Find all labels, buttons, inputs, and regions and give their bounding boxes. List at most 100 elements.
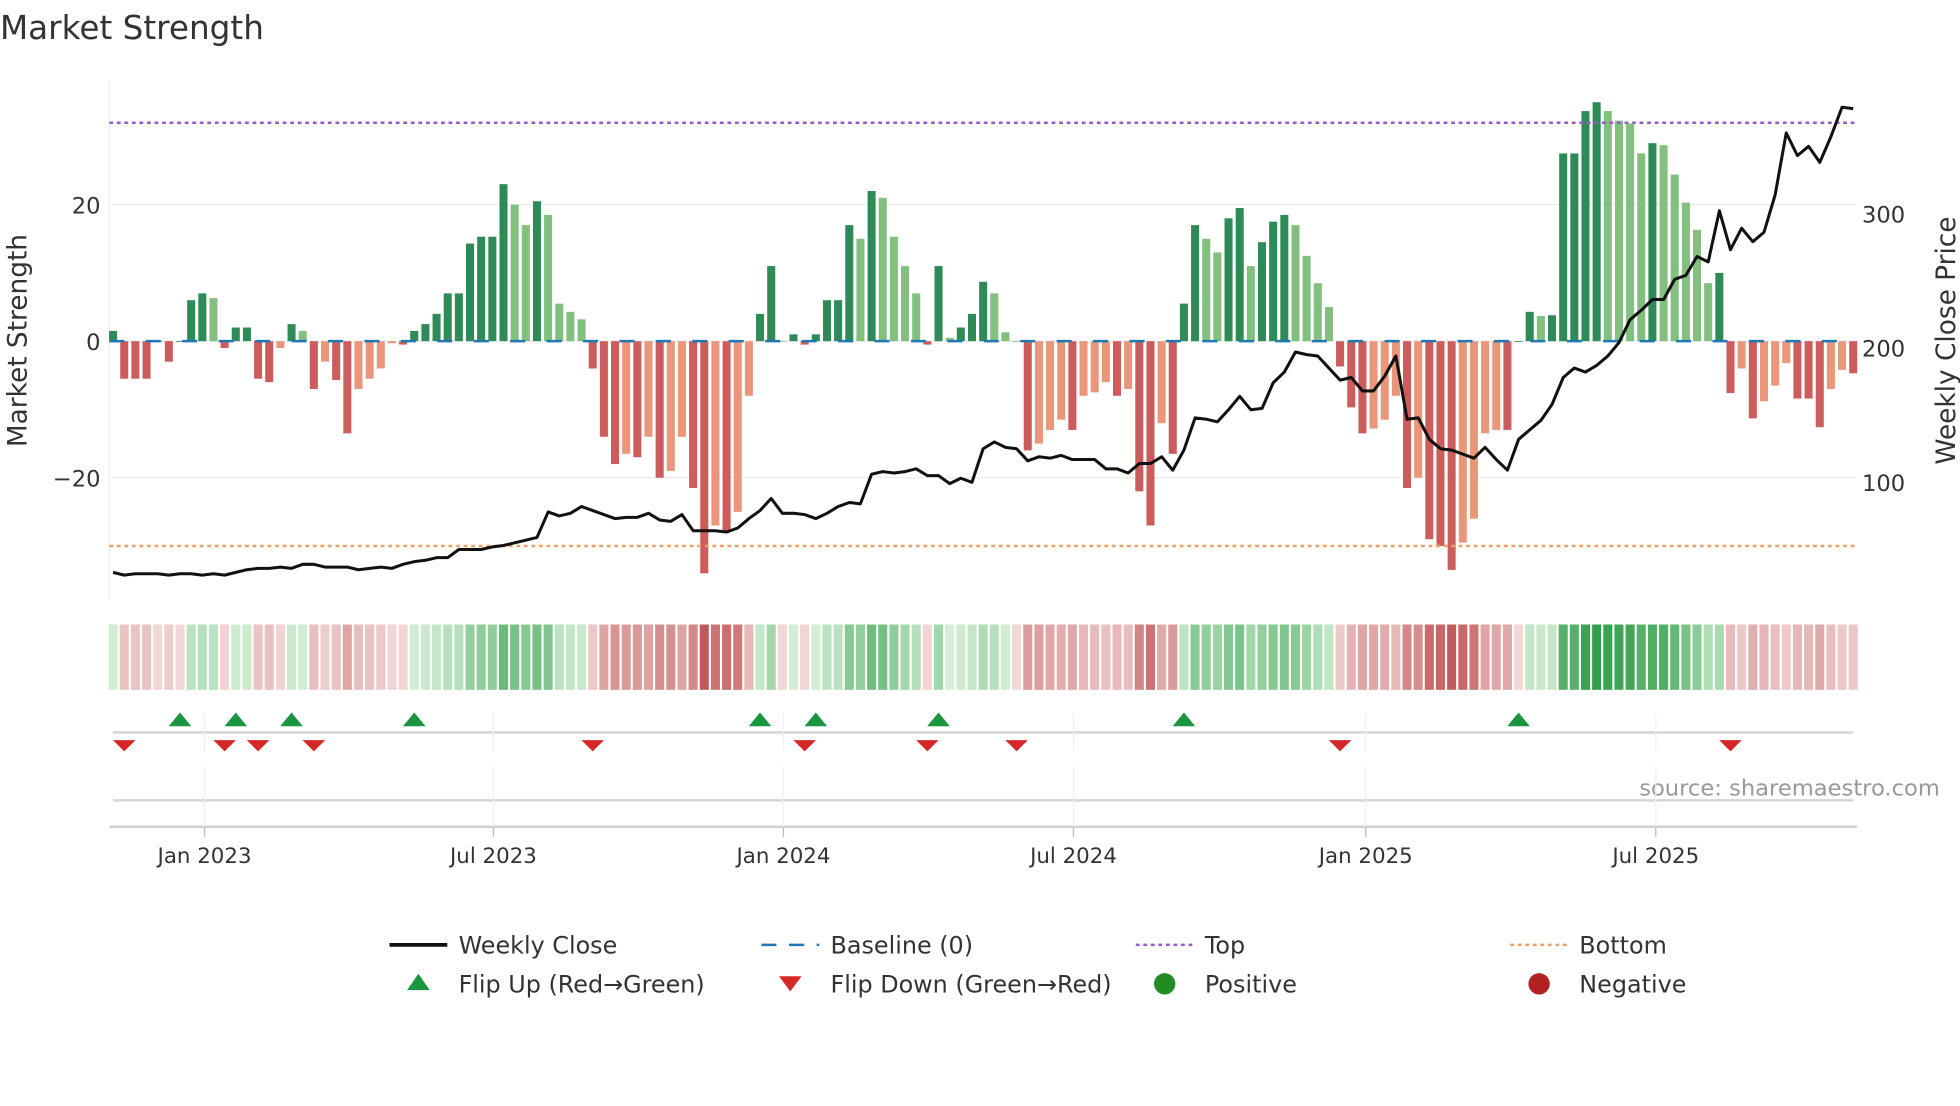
source-label: source: sharemaestro.com bbox=[1639, 775, 1940, 801]
heat-cell bbox=[1391, 624, 1401, 690]
heat-cell bbox=[1290, 624, 1300, 690]
strength-bar bbox=[767, 266, 776, 342]
strength-bar bbox=[756, 313, 765, 342]
heat-cell bbox=[342, 624, 352, 690]
heat-cell bbox=[208, 624, 218, 690]
heat-cell bbox=[1547, 624, 1557, 690]
heat-cell bbox=[1168, 624, 1178, 690]
heat-cell bbox=[1603, 624, 1613, 690]
strength-bar bbox=[1224, 218, 1233, 342]
heat-cell bbox=[978, 624, 988, 690]
heat-cell bbox=[889, 624, 899, 690]
flip-down-marker bbox=[1328, 740, 1352, 752]
heat-cell bbox=[755, 624, 765, 690]
heat-cell bbox=[1569, 624, 1579, 690]
strength-bar bbox=[1023, 341, 1032, 451]
strength-bar bbox=[1101, 341, 1110, 383]
legend-circle-icon bbox=[1528, 973, 1550, 995]
heat-cell bbox=[331, 624, 341, 690]
strength-bar bbox=[1280, 214, 1289, 342]
heat-cell bbox=[766, 624, 776, 690]
heat-cell bbox=[744, 624, 754, 690]
strength-bar bbox=[1592, 102, 1601, 342]
heat-cell bbox=[1380, 624, 1390, 690]
chart-title: Market Strength bbox=[0, 9, 264, 47]
heat-cell bbox=[476, 624, 486, 690]
heat-cell bbox=[521, 624, 531, 690]
strength-bar bbox=[1012, 341, 1021, 342]
strength-bar bbox=[1626, 123, 1635, 342]
strength-bar bbox=[1525, 311, 1534, 342]
heat-cell bbox=[1257, 624, 1267, 690]
heat-cell bbox=[1659, 624, 1669, 690]
heat-cell bbox=[1145, 624, 1155, 690]
strength-bar bbox=[521, 225, 530, 342]
strength-bar bbox=[1257, 242, 1267, 342]
strength-bar bbox=[1603, 111, 1612, 342]
heat-cell bbox=[1491, 624, 1501, 690]
heat-cell bbox=[1670, 624, 1680, 690]
heat-cell bbox=[1592, 624, 1602, 690]
legend-baseline-0: Baseline (0) bbox=[830, 932, 973, 960]
legend-top: Top bbox=[1204, 932, 1245, 960]
heat-cell bbox=[1123, 624, 1133, 690]
legend-triangle-down-icon bbox=[778, 976, 802, 992]
strength-bar bbox=[856, 238, 865, 342]
heat-cell bbox=[1134, 624, 1144, 690]
flip-up-marker bbox=[804, 712, 828, 727]
heat-cell bbox=[510, 624, 520, 690]
heat-cell bbox=[833, 624, 843, 690]
strength-bar bbox=[443, 293, 452, 342]
strength-bar bbox=[1737, 341, 1746, 369]
heat-cell bbox=[967, 624, 977, 690]
heat-cell bbox=[800, 624, 810, 690]
heat-cell bbox=[365, 624, 375, 690]
strength-bar bbox=[555, 303, 564, 342]
heat-cell bbox=[1268, 624, 1278, 690]
heat-cell bbox=[900, 624, 910, 690]
legend-circle-icon bbox=[1154, 973, 1176, 995]
heat-cell bbox=[1536, 624, 1546, 690]
strength-bar bbox=[1168, 341, 1177, 454]
heat-cell bbox=[945, 624, 955, 690]
strength-bar bbox=[477, 236, 486, 342]
y2-tick-label: 100 bbox=[1862, 471, 1905, 497]
heat-cell bbox=[1056, 624, 1066, 690]
strength-bar bbox=[599, 341, 608, 437]
strength-bar bbox=[1748, 341, 1757, 419]
strength-bar bbox=[1146, 341, 1155, 526]
heat-cell bbox=[1357, 624, 1367, 690]
strength-bar bbox=[376, 341, 385, 369]
flip-up-marker bbox=[1507, 712, 1530, 727]
strength-bar bbox=[655, 341, 664, 478]
strength-bar bbox=[1057, 341, 1066, 420]
heat-cell bbox=[1023, 624, 1033, 690]
x-tick-label: Jan 2023 bbox=[156, 844, 252, 869]
strength-bar bbox=[1503, 341, 1512, 430]
strength-bar bbox=[1090, 341, 1099, 393]
strength-bar bbox=[1235, 208, 1244, 342]
strength-bar bbox=[410, 330, 419, 342]
legend-flip-down-green-red: Flip Down (Green→Red) bbox=[830, 971, 1111, 999]
heat-cell bbox=[666, 624, 676, 690]
y2-tick-label: 200 bbox=[1862, 337, 1905, 363]
strength-bar bbox=[1570, 153, 1579, 342]
heat-cell bbox=[1190, 624, 1200, 690]
heat-cell bbox=[220, 624, 230, 690]
strength-bars bbox=[109, 102, 1858, 574]
heat-cell bbox=[1815, 624, 1825, 690]
legend-flip-up-red-green: Flip Up (Red→Green) bbox=[459, 971, 705, 999]
flip-down-marker bbox=[246, 740, 270, 752]
heat-cell bbox=[1402, 624, 1412, 690]
heat-cell bbox=[1157, 624, 1167, 690]
strength-bar bbox=[1838, 341, 1847, 370]
legend-positive: Positive bbox=[1205, 971, 1297, 999]
heat-strip bbox=[108, 624, 1858, 690]
strength-bar bbox=[276, 341, 285, 349]
strength-bar bbox=[1849, 341, 1858, 374]
flip-up-marker bbox=[927, 712, 950, 727]
flip-up-marker bbox=[224, 712, 248, 727]
strength-bar bbox=[1447, 341, 1456, 570]
strength-bar bbox=[1536, 315, 1545, 342]
legend: Weekly Close Baseline (0) Top Bottom Flip Up… bbox=[389, 932, 1686, 999]
